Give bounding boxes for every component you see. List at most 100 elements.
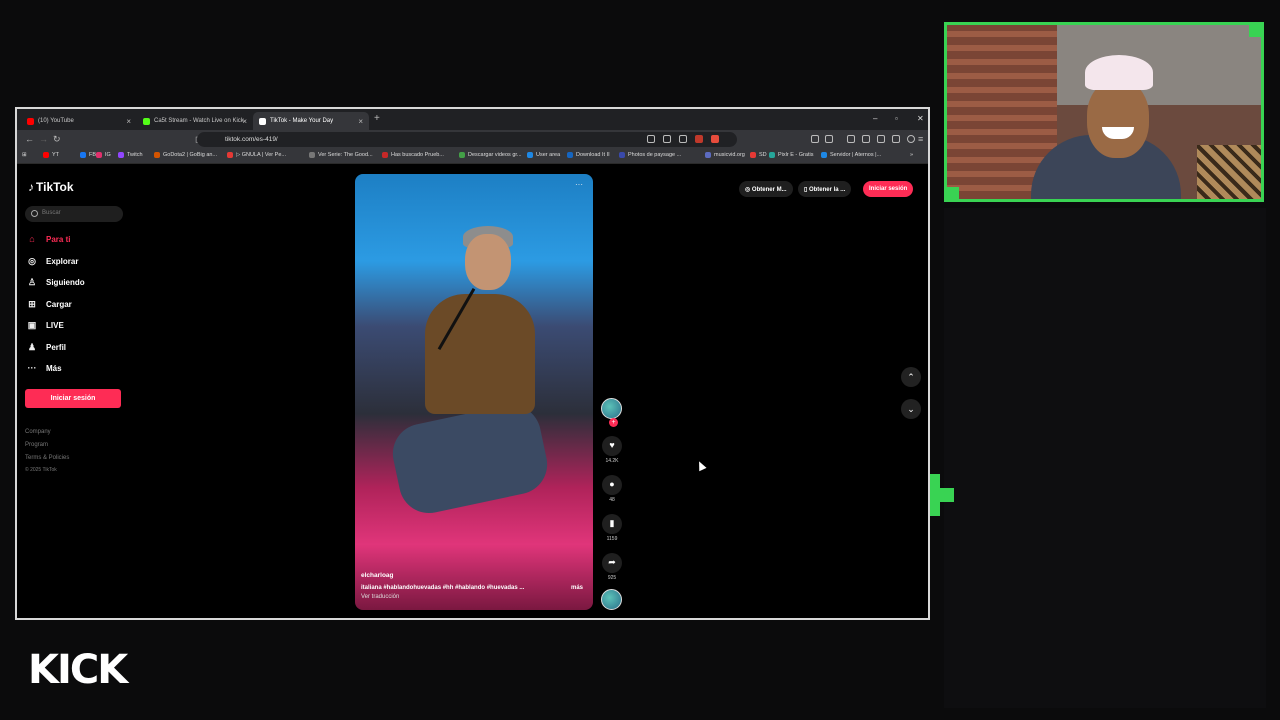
back-icon[interactable]: ←: [25, 134, 34, 144]
bookmark-item[interactable]: Has buscado Prueb...: [382, 152, 444, 158]
bookmark-item[interactable]: GoDota2 | GoBig an...: [154, 152, 217, 158]
bookmark-item[interactable]: Ver Serie: The Good...: [309, 152, 373, 158]
bookmark-item[interactable]: SD: [750, 152, 767, 158]
heart-icon[interactable]: ♥: [602, 436, 622, 456]
nav-item-more[interactable]: ··· Más: [27, 363, 62, 373]
search-input[interactable]: Buscar: [25, 206, 123, 222]
bookmark-item[interactable]: Servidor | Aternos |...: [821, 152, 881, 158]
creator-avatar[interactable]: [601, 398, 622, 419]
forward-icon[interactable]: →: [39, 134, 48, 144]
streamer-cap: [1085, 55, 1153, 90]
bookmark-label: Pixlr E - Gratis: [778, 152, 814, 158]
music-disc-icon[interactable]: [601, 589, 622, 610]
bookmark-label: Has buscado Prueb...: [391, 152, 444, 158]
nav-item-profile[interactable]: ♟ Perfil: [27, 342, 66, 353]
cast-icon[interactable]: [663, 135, 671, 143]
tab-youtube[interactable]: (10) YouTube ×: [21, 112, 137, 130]
tab-kick[interactable]: Ca5t Stream - Watch Live on Kick ×: [137, 112, 253, 130]
nav-item-compass[interactable]: ◎ Explorar: [27, 256, 78, 267]
bookmarks-overflow-icon[interactable]: »: [910, 152, 913, 158]
browser-window: (10) YouTube × Ca5t Stream - Watch Live …: [15, 107, 930, 620]
browser-toolbar: ← → ↻ ◻ tiktok.com/es-419/ ≡: [17, 130, 928, 149]
nav-item-home[interactable]: ⌂ Para ti: [27, 234, 70, 244]
bookmark-item[interactable]: YT: [43, 152, 59, 158]
apps-grid-icon[interactable]: ⊞: [22, 152, 27, 158]
nav-label: Siguiendo: [46, 278, 85, 287]
bookmark-item[interactable]: ▷ GNULA | Ver Pe...: [227, 152, 286, 158]
kick-green-tab: [930, 474, 954, 516]
tiktok-logo[interactable]: ♪ TikTok: [28, 180, 74, 194]
bookmark-label: musicvid.org: [714, 152, 745, 158]
bookmark-favicon-icon: [227, 152, 233, 158]
sidebar-icon[interactable]: [862, 135, 870, 143]
share-action[interactable]: ➦ 925: [601, 553, 623, 581]
window-close-icon[interactable]: ✕: [917, 114, 924, 123]
bookmark-item[interactable]: IG: [96, 152, 111, 158]
login-button-sidebar[interactable]: Iniciar sesión: [25, 389, 121, 408]
share-icon[interactable]: ➦: [602, 553, 622, 573]
bookmark-item[interactable]: Photos de paysage ...: [619, 152, 681, 158]
bookmark-item[interactable]: User area: [527, 152, 560, 158]
video-options-icon[interactable]: ···: [575, 180, 583, 189]
translate-link[interactable]: Ver traducción: [361, 594, 399, 600]
footer-terms[interactable]: Terms & Policies: [25, 455, 69, 461]
wallet-icon[interactable]: [877, 135, 885, 143]
alert-icon[interactable]: [711, 135, 719, 143]
new-tab-button[interactable]: +: [374, 113, 380, 124]
bookmark-favicon-icon: [43, 152, 49, 158]
close-icon[interactable]: ×: [126, 117, 131, 126]
maximize-icon[interactable]: ▫: [895, 114, 898, 123]
save-action[interactable]: ▮ 1159: [601, 514, 623, 542]
comment-icon[interactable]: ●: [602, 475, 622, 495]
profile-icon: ♟: [27, 342, 37, 352]
home-icon: ⌂: [29, 234, 35, 244]
bookmark-item[interactable]: FB: [80, 152, 96, 158]
caption-more-link[interactable]: más: [571, 585, 583, 591]
address-bar[interactable]: tiktok.com/es-419/: [197, 132, 737, 147]
bookmark-item[interactable]: Download It II: [567, 152, 610, 158]
video-username[interactable]: elcharloag: [361, 572, 394, 579]
coin-icon: ◎: [745, 187, 752, 193]
url-text: tiktok.com/es-419/: [225, 136, 278, 143]
video-frame-legs: [387, 399, 553, 519]
bookmark-favicon-icon: [459, 152, 465, 158]
vpn-icon[interactable]: [907, 135, 915, 143]
brave-shield-icon[interactable]: [695, 135, 703, 143]
bookmark-favicon-icon: [619, 152, 625, 158]
video-player[interactable]: ··· elcharloag italiana #hablandohuevada…: [355, 174, 593, 610]
bookmark-item[interactable]: Twitch: [118, 152, 143, 158]
live-icon: ▣: [27, 320, 37, 330]
get-desktop-app-button[interactable]: ▯ Obtener la ...: [798, 181, 852, 197]
extension-icon[interactable]: [647, 135, 655, 143]
login-button-top[interactable]: Iniciar sesión: [863, 181, 914, 197]
leo-icon[interactable]: [892, 135, 900, 143]
translate-icon[interactable]: [679, 135, 687, 143]
nav-item-upload[interactable]: ⊞ Cargar: [27, 299, 72, 310]
puzzle-icon[interactable]: [811, 135, 819, 143]
bookmark-item[interactable]: Descargar videos gr...: [459, 152, 522, 158]
menu-icon[interactable]: ≡: [918, 134, 923, 144]
close-icon[interactable]: ×: [358, 117, 363, 126]
bookmark-item[interactable]: musicvid.org: [705, 152, 745, 158]
footer-program[interactable]: Program: [25, 442, 48, 448]
comment-action[interactable]: ● 48: [601, 475, 623, 503]
minimize-icon[interactable]: –: [873, 114, 877, 123]
nav-item-live[interactable]: ▣ LIVE: [27, 320, 64, 331]
like-action[interactable]: ♥ 14.2K: [601, 436, 623, 464]
footer-company[interactable]: Company: [25, 429, 51, 435]
nav-item-following[interactable]: ♙ Siguiendo: [27, 277, 85, 288]
tiktok-page: ♪ TikTok Buscar ⌂ Para ti ◎ Explorar ♙ Siguie…: [17, 164, 928, 618]
bookmark-item[interactable]: Pixlr E - Gratis: [769, 152, 813, 158]
close-icon[interactable]: ×: [242, 117, 247, 126]
follow-plus-icon[interactable]: +: [609, 418, 618, 427]
bookmark-favicon-icon: [154, 152, 160, 158]
reload-icon[interactable]: ↻: [53, 134, 61, 145]
tab-tiktok[interactable]: TikTok - Make Your Day ×: [253, 112, 369, 130]
get-app-button[interactable]: ◎ Obtener M...: [739, 181, 793, 197]
music-icon[interactable]: [847, 135, 855, 143]
downloads-icon[interactable]: [825, 135, 833, 143]
bookmark-save-icon[interactable]: ▮: [602, 514, 622, 534]
next-video-icon[interactable]: ⌄: [901, 399, 921, 419]
bookmark-favicon-icon: [705, 152, 711, 158]
previous-video-icon[interactable]: ⌃: [901, 367, 921, 387]
